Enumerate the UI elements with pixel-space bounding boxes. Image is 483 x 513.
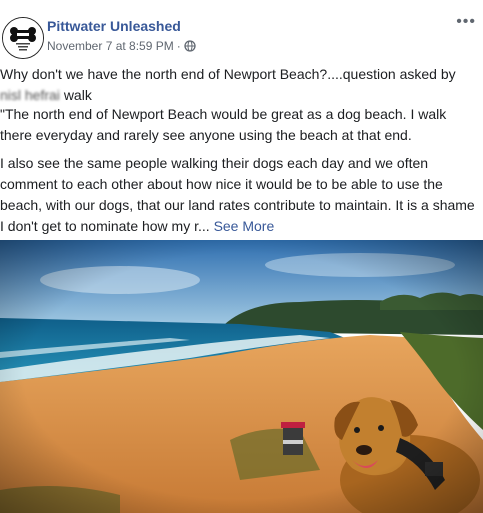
post-text-line-2-end: walk bbox=[63, 87, 92, 103]
page-avatar[interactable] bbox=[2, 17, 44, 59]
post-text-line-2: nisl hefrai walk bbox=[0, 85, 478, 106]
post-photo[interactable] bbox=[0, 240, 483, 513]
more-options-icon[interactable]: ••• bbox=[456, 14, 476, 30]
meta-separator: · bbox=[176, 39, 181, 53]
blurred-name: nisl hefrai bbox=[0, 87, 60, 103]
post-timestamp[interactable]: November 7 at 8:59 PM bbox=[47, 39, 174, 53]
post-meta: November 7 at 8:59 PM · bbox=[47, 39, 196, 53]
see-more-link[interactable]: See More bbox=[214, 218, 275, 234]
page-name-link[interactable]: Pittwater Unleashed bbox=[47, 18, 181, 34]
beach-dog-photo bbox=[0, 240, 483, 513]
bone-logo-icon bbox=[3, 18, 43, 58]
post-paragraph-1: "The north end of Newport Beach would be… bbox=[0, 106, 447, 143]
facebook-post: Pittwater Unleashed November 7 at 8:59 P… bbox=[0, 0, 483, 513]
post-paragraph-2: I also see the same people walking their… bbox=[0, 153, 478, 237]
globe-icon[interactable] bbox=[184, 40, 196, 52]
post-text-line-1: Why don't we have the north end of Newpo… bbox=[0, 66, 456, 82]
